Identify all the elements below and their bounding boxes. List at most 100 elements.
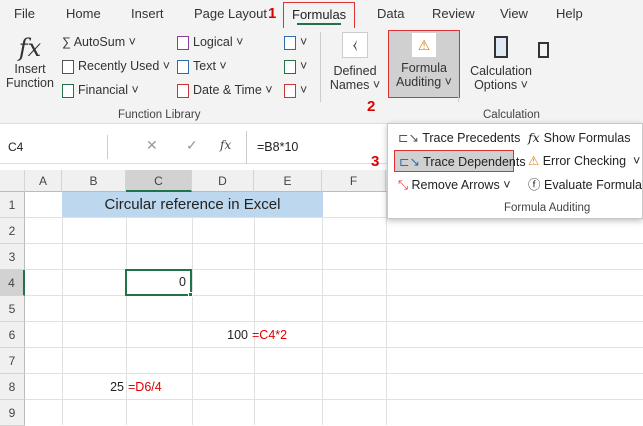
recently-used-label: Recently Used — [78, 59, 160, 73]
tab-home[interactable]: Home — [66, 6, 101, 21]
divider — [320, 32, 321, 102]
more-functions-button[interactable]: ˅ — [284, 83, 307, 98]
group-label-formula-auditing: Formula Auditing — [504, 202, 591, 214]
tab-formulas[interactable]: Formulas — [283, 2, 356, 29]
autosum-label: AutoSum — [73, 35, 126, 49]
defined-names-button[interactable]: ⧼ Defined Names ˅ — [328, 32, 382, 92]
tab-review[interactable]: Review — [432, 6, 475, 21]
more-functions-icon — [284, 83, 296, 98]
tab-view[interactable]: View — [500, 6, 528, 21]
calculate-now-icon[interactable] — [538, 42, 549, 58]
insert-function-label-2: Function — [6, 76, 54, 90]
tab-help[interactable]: Help — [556, 6, 583, 21]
evaluate-formula-icon: ⓕ — [528, 178, 544, 192]
formula-auditing-menu: ⊏↘ Trace Precedents ⊏↘ Trace Dependents … — [387, 123, 643, 219]
evaluate-formula-button[interactable]: ⓕ Evaluate Formula — [524, 174, 642, 196]
gridline — [254, 192, 255, 425]
group-label-calculation: Calculation — [483, 109, 540, 121]
name-box[interactable]: C4 — [4, 135, 108, 159]
lookup-button[interactable]: ˅ — [284, 35, 307, 50]
remove-arrows-label: Remove Arrows — [411, 178, 500, 192]
column-header-a[interactable]: A — [25, 170, 62, 192]
fill-handle[interactable] — [188, 292, 193, 297]
trace-dependents-label: Trace Dependents — [423, 155, 526, 169]
recently-used-button[interactable]: Recently Used ˅ — [62, 59, 170, 74]
calc-options-label: Calculation — [470, 64, 532, 78]
gridline — [25, 269, 643, 270]
trace-precedents-icon: ⊏↘ — [398, 131, 423, 145]
cell-c8[interactable]: =D6/4 — [128, 374, 190, 400]
tab-page-layout[interactable]: Page Layout — [194, 6, 267, 21]
row-header-7[interactable]: 7 — [0, 348, 25, 374]
defined-names-label: Defined — [333, 64, 377, 78]
show-formulas-button[interactable]: fx Show Formulas — [524, 127, 631, 149]
column-header-e[interactable]: E — [254, 170, 322, 192]
gridline — [192, 192, 193, 425]
logical-label: Logical — [193, 35, 233, 49]
gridline — [25, 243, 643, 244]
error-checking-icon: ⚠ — [528, 154, 543, 168]
tab-insert[interactable]: Insert — [131, 6, 164, 21]
cancel-icon[interactable]: ✕ — [146, 137, 158, 154]
financial-book-icon — [62, 83, 74, 98]
select-all[interactable] — [0, 170, 25, 192]
financial-label: Financial — [78, 83, 129, 97]
column-header-f[interactable]: F — [322, 170, 386, 192]
error-checking-label: Error Checking — [542, 154, 627, 168]
annotation-2: 2 — [367, 98, 376, 115]
financial-button[interactable]: Financial ˅ — [62, 83, 139, 98]
defined-names-icon: ⧼ — [342, 32, 368, 58]
cell-e6[interactable]: =C4*2 — [252, 322, 320, 348]
insert-function-button[interactable]: fx Insert Function — [5, 34, 55, 90]
star-book-icon — [62, 59, 74, 74]
formula-auditing-button[interactable]: ⚠ Formula Auditing ˅ — [388, 30, 460, 98]
autosum-button[interactable]: ∑ AutoSum ˅ — [62, 35, 136, 49]
calculator-icon — [494, 36, 508, 58]
tab-formulas-label: Formulas — [292, 7, 347, 22]
divider — [458, 32, 459, 102]
cell-b1-title[interactable]: Circular reference in Excel — [62, 192, 323, 217]
row-header-6[interactable]: 6 — [0, 322, 25, 348]
row-header-9[interactable]: 9 — [0, 400, 25, 426]
text-button[interactable]: Text ˅ — [177, 59, 227, 74]
enter-icon[interactable]: ✓ — [186, 137, 198, 154]
row-header-1[interactable]: 1 — [0, 192, 25, 218]
math-trig-button[interactable]: ˅ — [284, 59, 307, 74]
insert-function-icon[interactable]: fx — [220, 138, 231, 152]
group-label-function-library: Function Library — [118, 109, 201, 121]
calculation-options-button[interactable]: Calculation Options ˅ — [470, 36, 532, 92]
remove-arrows-button[interactable]: ⤡ Remove Arrows ˅ — [394, 174, 511, 196]
trace-dependents-button[interactable]: ⊏↘ Trace Dependents — [394, 150, 526, 172]
defined-names-label-2: Names — [329, 78, 370, 92]
error-checking-button[interactable]: ⚠ Error Checking ˅ — [524, 150, 640, 172]
annotation-1: 1 — [268, 5, 277, 22]
evaluate-formula-label: Evaluate Formula — [543, 178, 642, 192]
annotation-3: 3 — [371, 153, 380, 170]
gridline — [25, 347, 643, 348]
trace-precedents-label: Trace Precedents — [422, 131, 521, 145]
cell-c4-selected[interactable]: 0 — [125, 269, 192, 296]
cell-b8[interactable]: 25 — [62, 374, 124, 400]
cell-d6[interactable]: 100 — [192, 322, 248, 348]
tab-file[interactable]: File — [14, 6, 35, 21]
gridline — [322, 192, 323, 425]
column-header-d[interactable]: D — [192, 170, 254, 192]
formula-auditing-label: Formula — [401, 61, 447, 75]
column-header-c[interactable]: C — [126, 170, 192, 192]
trace-precedents-button[interactable]: ⊏↘ Trace Precedents — [394, 127, 520, 149]
date-time-label: Date & Time — [193, 83, 262, 97]
row-header-5[interactable]: 5 — [0, 296, 25, 322]
date-time-button[interactable]: Date & Time ˅ — [177, 83, 273, 98]
gridline — [25, 321, 643, 322]
row-header-2[interactable]: 2 — [0, 218, 25, 244]
logical-book-icon — [177, 35, 189, 50]
logical-button[interactable]: Logical ˅ — [177, 35, 243, 50]
math-icon — [284, 59, 296, 74]
column-header-b[interactable]: B — [62, 170, 126, 192]
formula-auditing-label-2: Auditing — [396, 75, 442, 89]
row-header-4[interactable]: 4 — [0, 270, 25, 296]
row-header-3[interactable]: 3 — [0, 244, 25, 270]
trace-dependents-icon: ⊏↘ — [399, 155, 424, 169]
row-header-8[interactable]: 8 — [0, 374, 25, 400]
tab-data[interactable]: Data — [377, 6, 404, 21]
